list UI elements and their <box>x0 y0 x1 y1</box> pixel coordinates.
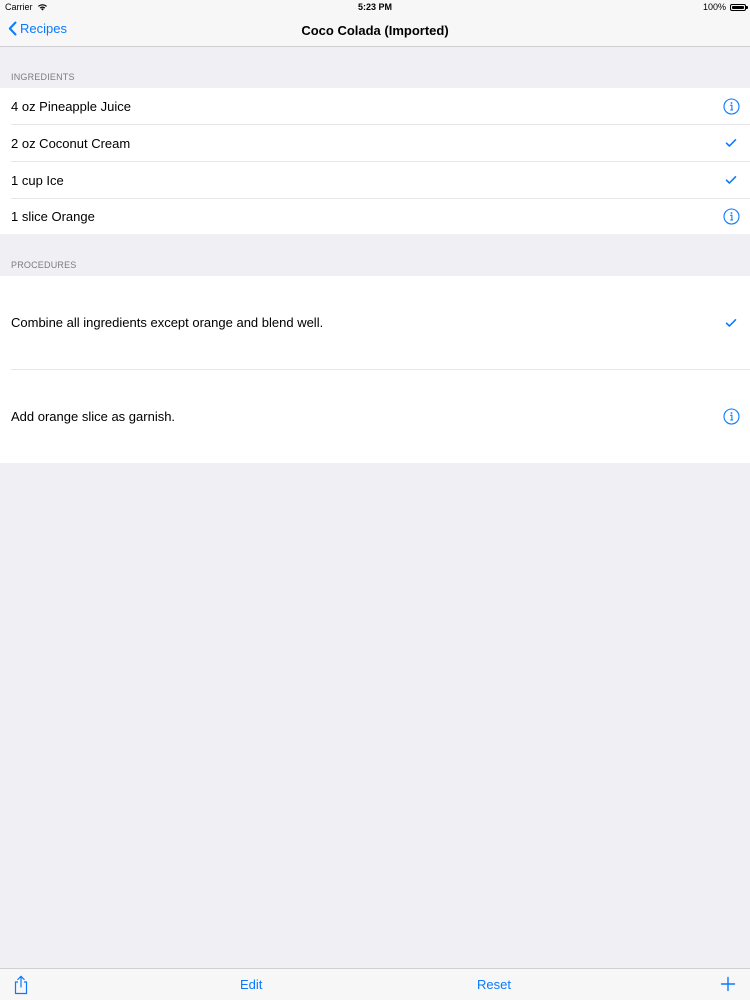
share-button[interactable] <box>12 975 30 998</box>
edit-button[interactable]: Edit <box>240 977 262 992</box>
checkmark-icon <box>722 314 740 332</box>
checkmark-icon <box>722 134 740 152</box>
ingredient-row-4[interactable]: 1 slice Orange <box>0 199 750 234</box>
info-icon[interactable] <box>722 408 740 426</box>
plus-icon <box>720 976 736 992</box>
status-right: 100% <box>702 2 748 12</box>
status-time: 5:23 PM <box>357 2 392 12</box>
procedure-label: Add orange slice as garnish. <box>11 409 176 424</box>
checkmark-icon <box>722 171 740 189</box>
page-title: Coco Colada (Imported) <box>301 23 449 38</box>
ingredient-row-3[interactable]: 1 cup Ice <box>0 162 750 198</box>
navigation-bar: Recipes Coco Colada (Imported) <box>0 14 750 47</box>
reset-button[interactable]: Reset <box>477 977 511 992</box>
ingredient-row-1[interactable]: 4 oz Pineapple Juice <box>0 88 750 124</box>
add-button[interactable] <box>720 976 736 995</box>
battery-fill <box>732 5 744 9</box>
share-icon <box>14 975 28 995</box>
ingredients-header: INGREDIENTS <box>11 72 75 82</box>
status-bar: Carrier 5:23 PM 100% <box>0 0 750 14</box>
procedure-row-1[interactable]: Combine all ingredients except orange an… <box>0 276 750 369</box>
bottom-toolbar: Edit Reset <box>0 968 750 1000</box>
battery-percent: 100% <box>702 2 726 12</box>
procedure-label: Combine all ingredients except orange an… <box>11 315 324 330</box>
info-icon[interactable] <box>722 97 740 115</box>
ingredient-label: 4 oz Pineapple Juice <box>11 98 131 114</box>
ingredient-row-2[interactable]: 2 oz Coconut Cream <box>0 125 750 161</box>
ingredient-label: 1 cup Ice <box>11 172 64 188</box>
procedure-row-2[interactable]: Add orange slice as garnish. <box>0 370 750 463</box>
ingredient-label: 1 slice Orange <box>11 209 95 224</box>
ingredients-list: 4 oz Pineapple Juice 2 oz Coconut Cream … <box>0 88 750 234</box>
procedures-list: Combine all ingredients except orange an… <box>0 276 750 463</box>
procedures-header: PROCEDURES <box>11 260 77 270</box>
ingredient-label: 2 oz Coconut Cream <box>11 135 131 151</box>
battery-icon <box>730 3 748 11</box>
info-icon[interactable] <box>722 208 740 226</box>
